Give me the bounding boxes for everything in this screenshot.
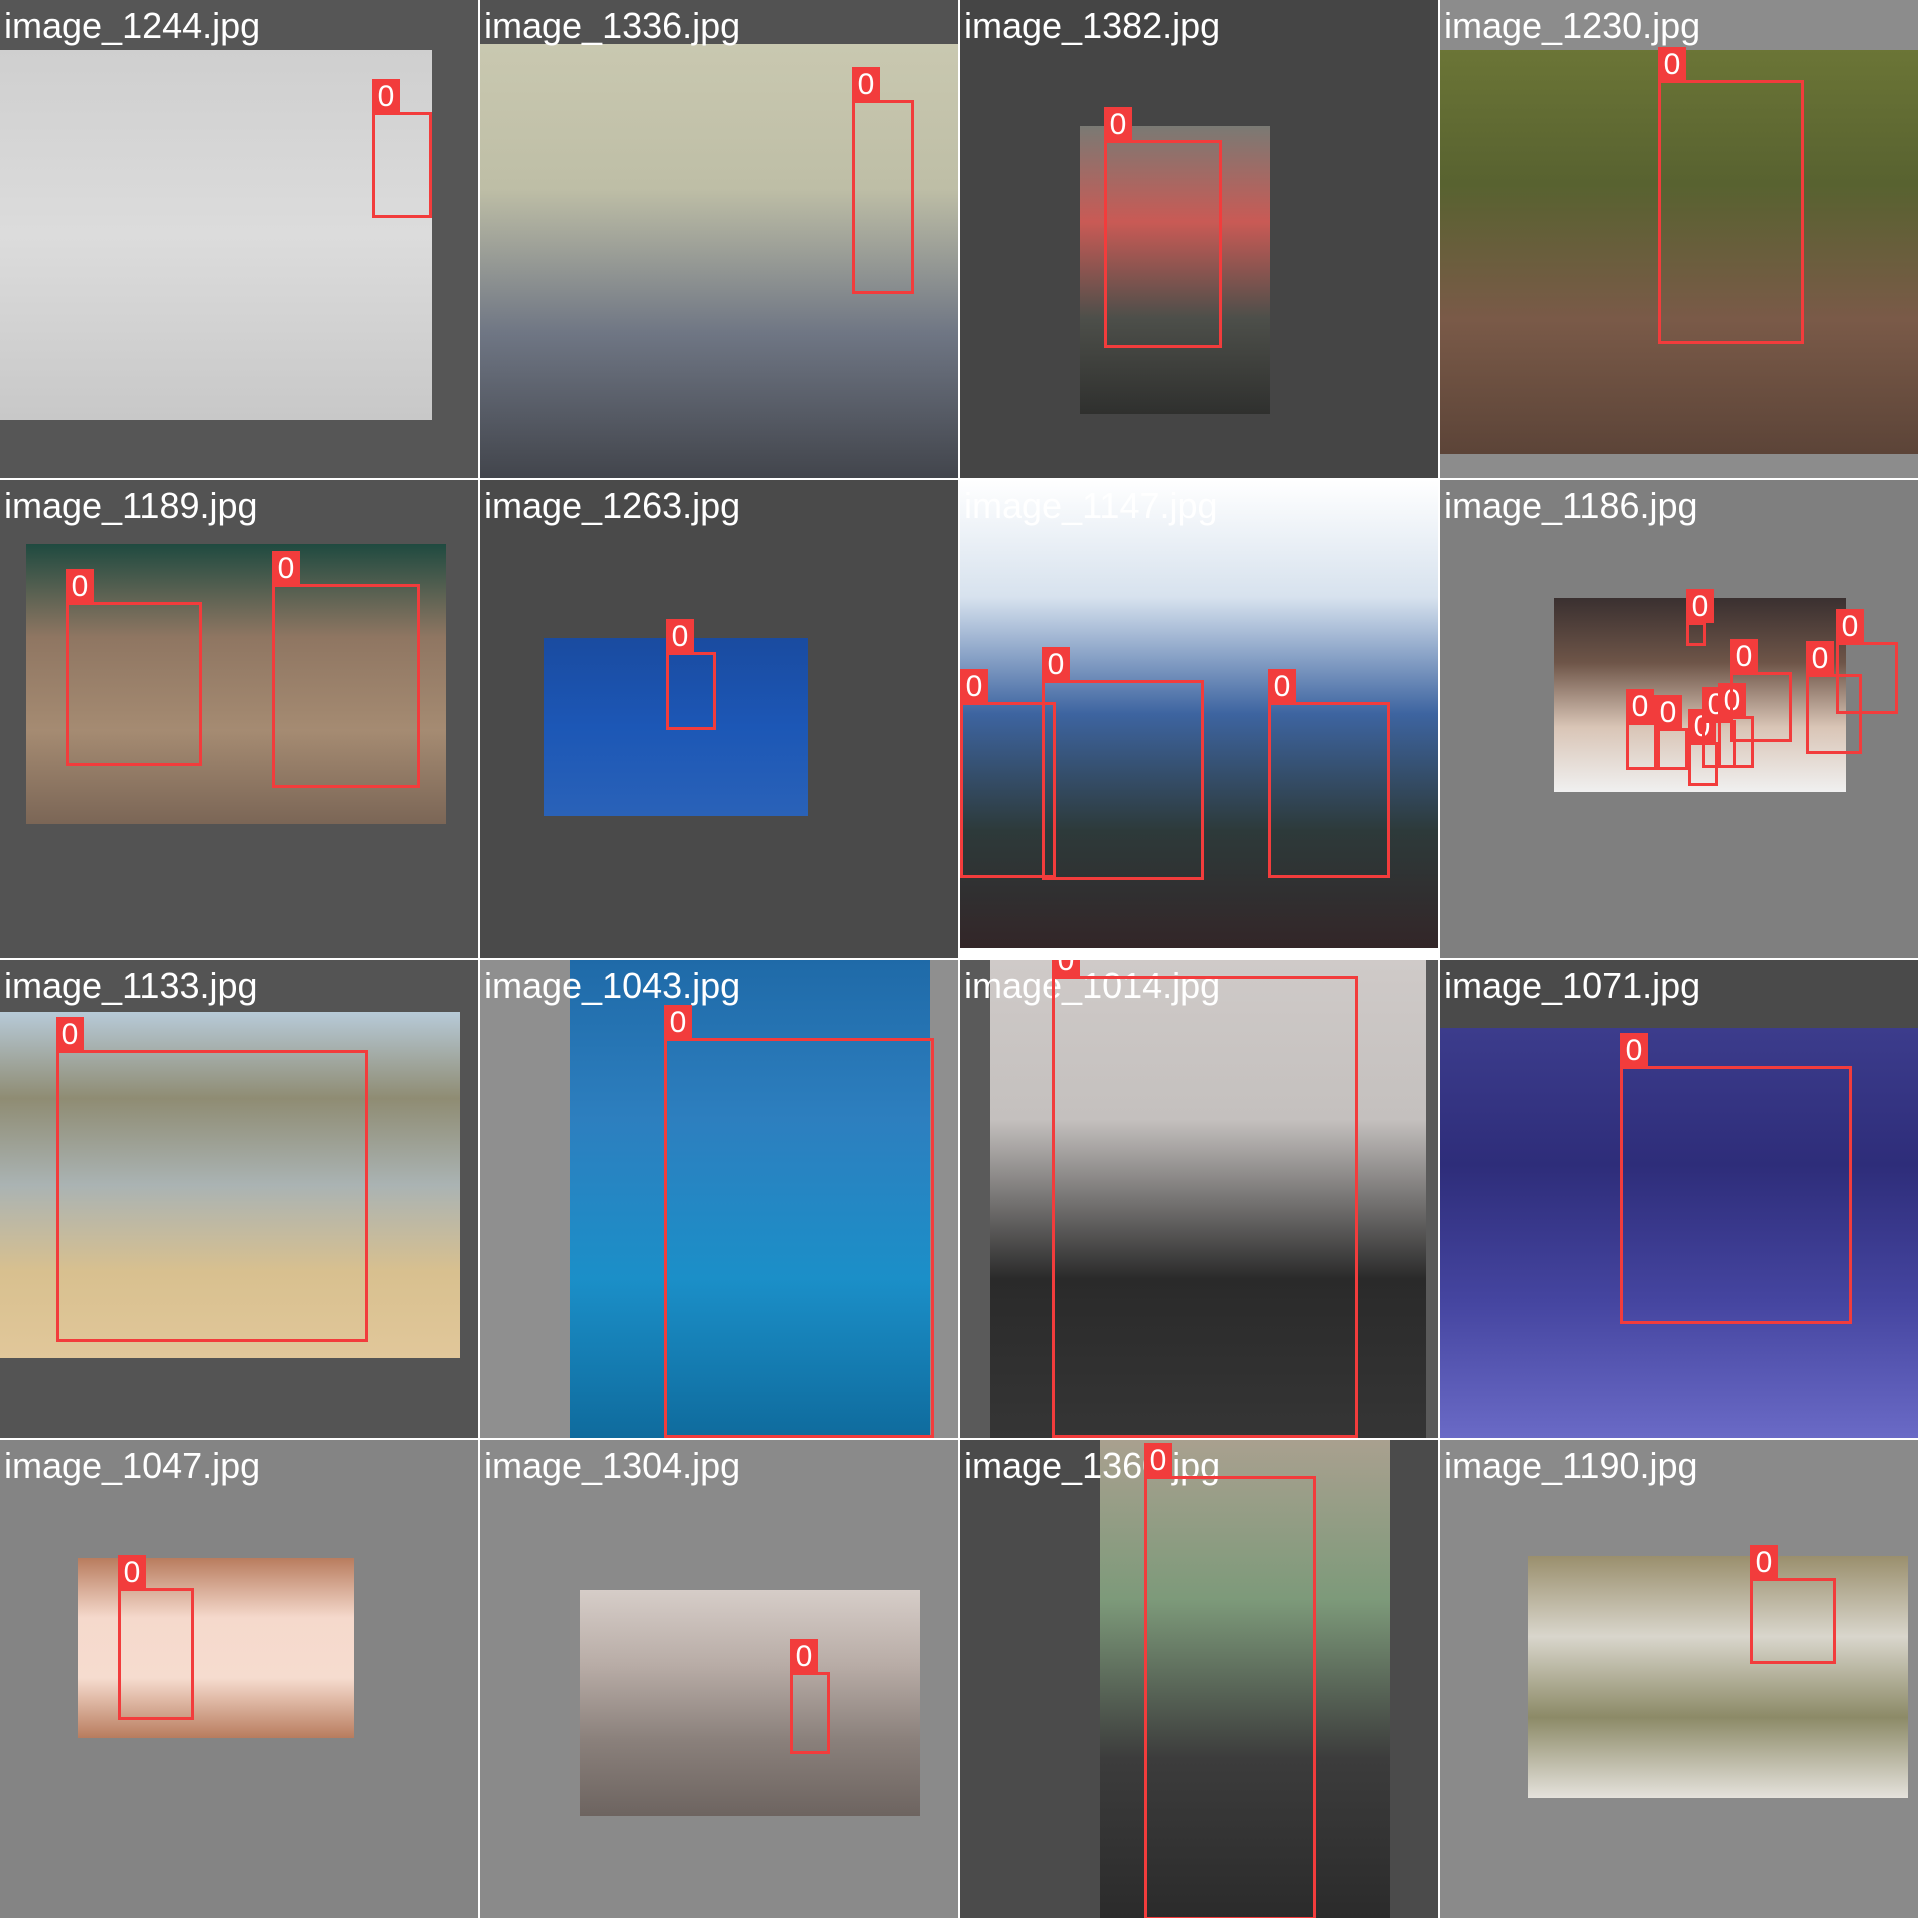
image-filename-label: image_1230.jpg [1444, 5, 1701, 46]
image-filename-label: image_1304.jpg [484, 1445, 741, 1486]
detection-class-label: 0 [1686, 589, 1714, 623]
mosaic-grid: image_1244.jpg 0 image_1336.jpg 0 image_1382… [0, 0, 1920, 1920]
image-filename-label: image_1263.jpg [484, 485, 741, 526]
detection-box: 0 [1750, 1545, 1836, 1664]
detection-class-label: 0 [790, 1639, 818, 1673]
detection-box: 0 [1042, 647, 1204, 880]
detection-box: 0 [1730, 639, 1792, 742]
detection-box: 0 [1686, 589, 1714, 646]
image-filename-label: image_1382.jpg [964, 5, 1221, 46]
detection-class-label: 0 [66, 569, 94, 603]
image-filename-label: image_1186.jpg [1444, 485, 1698, 526]
detection-class-label: 0 [1042, 647, 1070, 681]
detection-class-label: 0 [664, 1005, 692, 1039]
image-tile: image_1133.jpg 0 [0, 960, 478, 1438]
image-tile: image_1230.jpg 0 [1440, 0, 1918, 478]
detection-box: 0 [1654, 695, 1688, 770]
image-filename-label: image_1071.jpg [1444, 965, 1701, 1006]
detection-box: 0 [852, 67, 914, 294]
image-filename-label: image_1336.jpg [484, 5, 741, 46]
image-filename-label: image_1043.jpg [484, 965, 741, 1006]
image-tile: image_1014.jpg 0 [960, 960, 1438, 1438]
detection-class-label: 0 [1806, 641, 1834, 675]
image-tile: image_1304.jpg 0 [480, 1440, 958, 1918]
detection-class-label: 0 [1836, 609, 1864, 643]
detection-class-label: 0 [1626, 689, 1654, 723]
detection-class-label: 0 [372, 79, 400, 113]
image-tile: image_1186.jpg 0 0 0 0 0 0 0 0 0 [1440, 480, 1918, 958]
detection-class-label: 0 [852, 67, 880, 101]
detection-box: 0 [118, 1555, 194, 1720]
detection-class-label: 0 [1750, 1545, 1778, 1579]
detection-class-label: 0 [1144, 1443, 1172, 1477]
image-tile: image_1263.jpg 0 [480, 480, 958, 958]
detection-box: 0 [1836, 609, 1898, 714]
image-tile: image_1047.jpg 0 [0, 1440, 478, 1918]
detection-box: 0 [272, 551, 420, 788]
detection-box: 0 [666, 619, 716, 730]
image-filename-label: image_1244.jpg [4, 5, 261, 46]
image-filename-label: image_1147.jpg [964, 485, 1218, 526]
detection-class-label: 0 [1052, 960, 1080, 977]
detection-box: 0 [1144, 1443, 1316, 1918]
detection-box: 0 [1620, 1033, 1852, 1324]
detection-class-label: 0 [1730, 639, 1758, 673]
detection-class-label: 0 [666, 619, 694, 653]
detection-class-label: 0 [1658, 47, 1686, 81]
image-tile: image_1244.jpg 0 [0, 0, 478, 478]
detection-box: 0 [372, 79, 432, 218]
detection-box: 0 [790, 1639, 830, 1754]
detection-box: 0 [1658, 47, 1804, 344]
image-tile: image_1147.jpg 0 0 0 [960, 480, 1438, 958]
image-tile: image_1360.jpg 0 [960, 1440, 1438, 1918]
image-tile: image_1071.jpg 0 [1440, 960, 1918, 1438]
image-tile: image_1382.jpg 0 [960, 0, 1438, 478]
detection-class-label: 0 [272, 551, 300, 585]
image-tile: image_1336.jpg 0 [480, 0, 958, 478]
detection-class-label: 0 [960, 669, 988, 703]
street-sweeper-icon [580, 1590, 920, 1816]
detection-class-label: 0 [1654, 695, 1682, 729]
detection-class-label: 0 [56, 1017, 84, 1051]
detection-box: 0 [1104, 107, 1222, 348]
detection-class-label: 0 [1620, 1033, 1648, 1067]
detection-class-label: 0 [118, 1555, 146, 1589]
detection-box: 0 [1268, 669, 1390, 878]
image-tile: image_1190.jpg 0 [1440, 1440, 1918, 1918]
detection-class-label: 0 [1268, 669, 1296, 703]
image-filename-label: image_1133.jpg [4, 965, 258, 1006]
man-in-pond-icon [1528, 1556, 1908, 1798]
image-tile: image_1189.jpg 0 0 [0, 480, 478, 958]
image-filename-label: image_1189.jpg [4, 485, 258, 526]
detection-box: 0 [56, 1017, 368, 1342]
detection-class-label: 0 [1104, 107, 1132, 141]
image-tile: image_1043.jpg 0 [480, 960, 958, 1438]
paintbrush-stroke-icon [0, 50, 432, 420]
image-filename-label: image_1190.jpg [1444, 1445, 1698, 1486]
detection-box: 0 [66, 569, 202, 766]
detection-box: 0 [664, 1005, 934, 1438]
image-filename-label: image_1047.jpg [4, 1445, 261, 1486]
detection-box: 0 [1052, 960, 1358, 1438]
